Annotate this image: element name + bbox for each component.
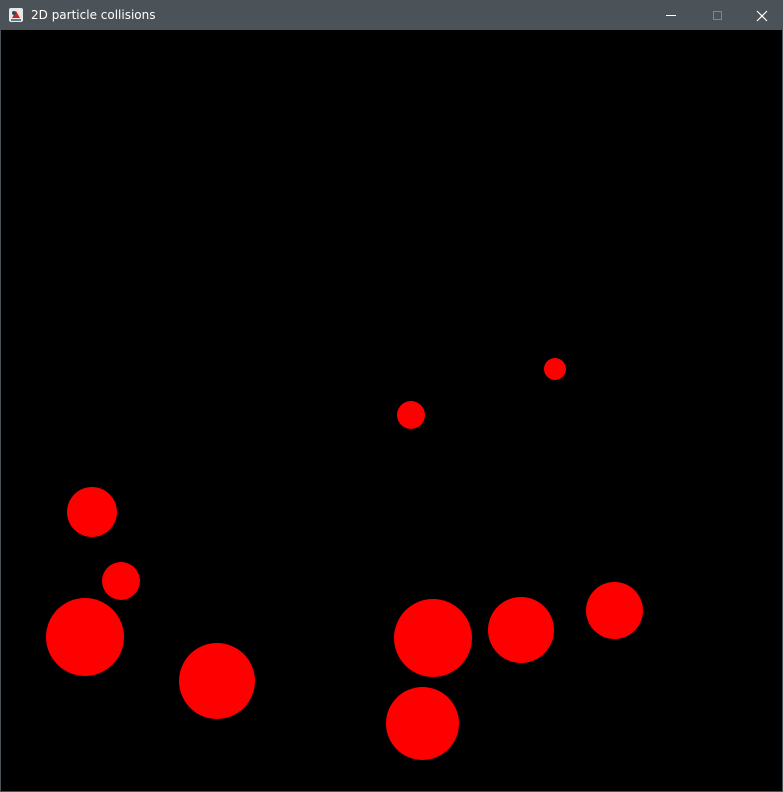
minimize-icon bbox=[666, 15, 676, 16]
title-bar[interactable]: 2D particle collisions bbox=[1, 1, 782, 30]
particle bbox=[488, 597, 554, 663]
particle bbox=[386, 687, 459, 760]
minimize-button[interactable] bbox=[648, 1, 694, 30]
app-window: 2D particle collisions bbox=[0, 0, 783, 792]
particle bbox=[102, 562, 140, 600]
particle bbox=[586, 582, 643, 639]
window-title: 2D particle collisions bbox=[31, 8, 156, 22]
particle bbox=[67, 487, 117, 537]
close-button[interactable] bbox=[739, 1, 783, 30]
particle bbox=[394, 599, 472, 677]
maximize-icon bbox=[712, 11, 722, 20]
close-icon bbox=[756, 10, 768, 21]
java-app-icon bbox=[9, 8, 23, 22]
particle bbox=[544, 358, 566, 380]
particle bbox=[179, 643, 255, 719]
simulation-canvas[interactable] bbox=[1, 30, 782, 791]
particle bbox=[46, 598, 124, 676]
particle bbox=[397, 401, 425, 429]
maximize-button[interactable] bbox=[694, 1, 740, 30]
